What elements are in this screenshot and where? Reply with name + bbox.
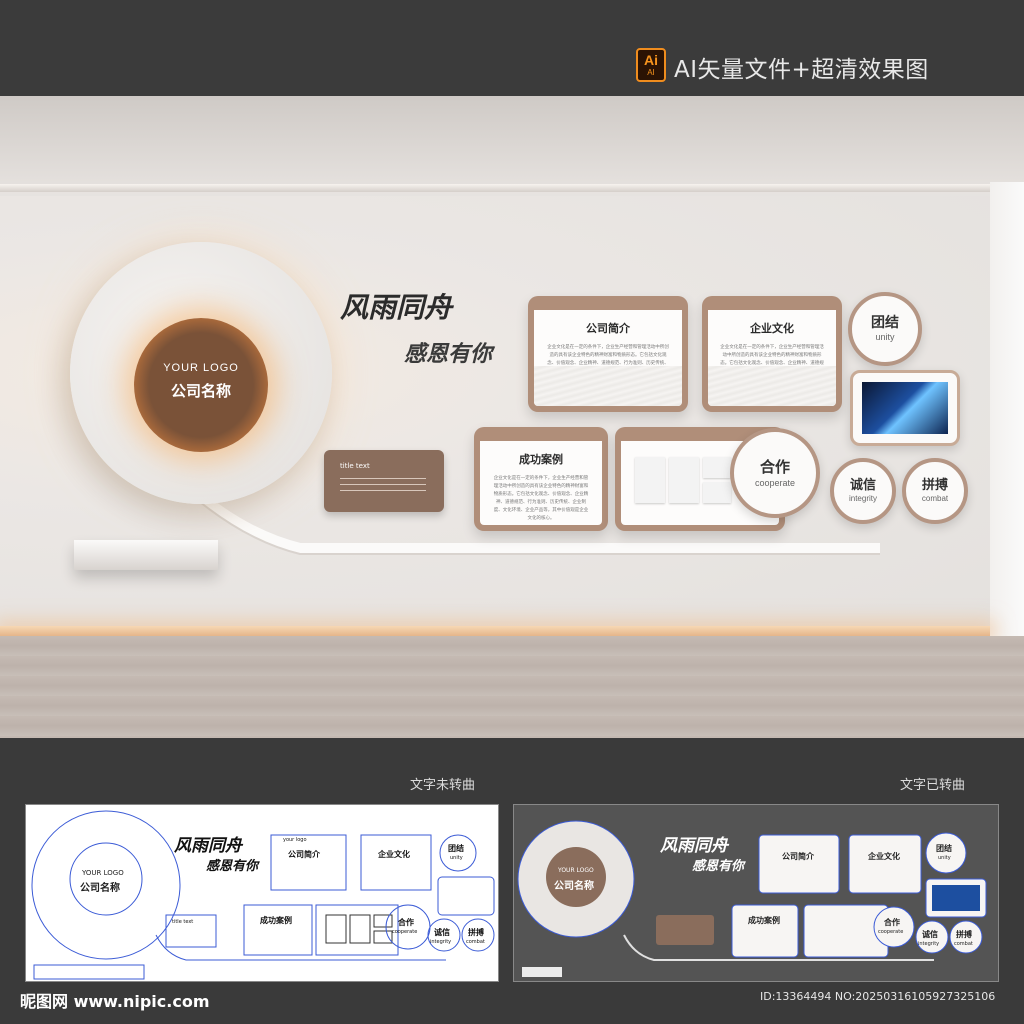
- outlined-card1-title: 公司简介: [782, 852, 814, 861]
- site-watermark: 昵图网 www.nipic.com: [20, 992, 210, 1011]
- preview-text-not-outlined: YOUR LOGO 公司名称 风雨同舟 感恩有你 your logo 公司简介 …: [25, 804, 499, 982]
- wire-company-name: 公司名称: [80, 883, 120, 894]
- adobe-illustrator-icon: Ai AI: [636, 48, 666, 82]
- outlined-badge1-en: unity: [938, 855, 951, 861]
- wire-badge4-zh: 拼搏: [468, 928, 484, 937]
- card-title: 公司简介: [586, 322, 630, 335]
- tv-display: [850, 370, 960, 446]
- render-scene: YOUR LOGO 公司名称 风雨同舟 感恩有你 title text your…: [0, 96, 1024, 738]
- card-logo-text: your logo: [631, 429, 660, 436]
- wire-slogan1: 风雨同舟: [174, 836, 242, 856]
- title-box-text: title text: [340, 462, 370, 470]
- outlined-logo-text: YOUR LOGO: [558, 867, 594, 874]
- card-title: 企业文化: [750, 322, 794, 335]
- outlined-badge4-en: combat: [954, 941, 973, 947]
- badge-integrity: 诚信 integrity: [830, 458, 896, 524]
- logo-ring: YOUR LOGO 公司名称: [134, 318, 268, 452]
- card-logo-text: your logo: [544, 298, 573, 305]
- badge-en: combat: [921, 494, 949, 503]
- card-title: 成功案例: [519, 453, 563, 466]
- outlined-badge4-zh: 拼搏: [956, 930, 972, 939]
- wire-title-text: title text: [172, 919, 194, 925]
- badge-en: unity: [875, 332, 895, 342]
- card-corporate-culture: your logo 企业文化 企业文化是在一定的条件下，企业生产经营和管理活动中…: [702, 296, 842, 412]
- title-text-box: title text: [324, 450, 444, 512]
- slogan-line2: 感恩有你: [404, 341, 493, 367]
- outlined-badge2-en: cooperate: [878, 929, 904, 935]
- wire-badge3-en: integrity: [430, 939, 452, 945]
- label-text-outlined: 文字已转曲: [900, 778, 966, 793]
- card-wave-decoration: [534, 366, 682, 406]
- wire-card-logo: your logo: [283, 837, 307, 843]
- badge-en: integrity: [848, 494, 877, 503]
- wire-card1-title: 公司简介: [288, 850, 320, 859]
- photo-frame: [703, 457, 731, 478]
- badge-zh: 团结: [871, 315, 899, 331]
- photo-frame: [669, 457, 699, 503]
- photo-frame: [635, 457, 665, 503]
- outlined-artwork: [517, 820, 987, 977]
- company-name: 公司名称: [170, 382, 231, 400]
- outlined-card3-title: 成功案例: [748, 916, 780, 925]
- wall-shelf: [74, 540, 218, 570]
- card-company-profile: your logo 公司简介 企业文化是在一定的条件下，企业生产经营和管理活动中…: [528, 296, 688, 412]
- outlined-badge2-zh: 合作: [884, 918, 900, 927]
- wire-slogan2: 感恩有你: [206, 859, 259, 874]
- card-body: 企业文化是在一定的条件下，企业生产经营和管理活动中所创造的具有该企业特色的精神财…: [493, 476, 589, 521]
- outlined-company-name: 公司名称: [554, 881, 594, 892]
- wire-card3-title: 成功案例: [260, 916, 292, 925]
- wire-badge1-en: unity: [450, 855, 463, 861]
- badge-unity: 团结 unity: [848, 292, 922, 366]
- outlined-badge3-zh: 诚信: [922, 930, 938, 939]
- wire-card2-title: 企业文化: [378, 850, 410, 859]
- photo-frame: [703, 482, 731, 503]
- badge-zh: 诚信: [849, 478, 876, 493]
- card-logo-text: your logo: [490, 429, 519, 436]
- floor: [0, 636, 1024, 738]
- banner-title: AI矢量文件+超清效果图: [674, 57, 929, 83]
- slogan-line1: 风雨同舟: [340, 291, 453, 324]
- wire-badge2-zh: 合作: [398, 918, 414, 927]
- outlined-card2-title: 企业文化: [868, 852, 900, 861]
- tv-screen: [862, 382, 948, 434]
- wire-badge4-en: combat: [466, 939, 485, 945]
- image-id-text: ID:13364494 NO:20250316105927325106: [760, 990, 996, 1003]
- title-box-line: [340, 478, 426, 479]
- wire-logo-text: YOUR LOGO: [82, 869, 124, 877]
- title-box-line: [340, 484, 426, 485]
- card-logo-text: your logo: [718, 298, 747, 305]
- ai-icon-sub-text: AI: [647, 68, 655, 77]
- badge-zh: 拼搏: [921, 478, 948, 493]
- outlined-slogan2: 感恩有你: [692, 859, 745, 874]
- badge-cooperate: 合作 cooperate: [730, 428, 820, 518]
- wire-badge1-zh: 团结: [448, 844, 464, 853]
- badge-combat: 拼搏 combat: [902, 458, 968, 524]
- logo-text: YOUR LOGO: [163, 362, 239, 374]
- badge-en: cooperate: [754, 478, 796, 488]
- card-wave-decoration: [708, 366, 836, 406]
- ai-icon-main-text: Ai: [644, 52, 658, 68]
- outlined-badge3-en: integrity: [918, 941, 940, 947]
- outlined-slogan1: 风雨同舟: [660, 836, 728, 856]
- preview-text-outlined: YOUR LOGO 公司名称 风雨同舟 感恩有你 公司简介 企业文化 成功案例 …: [513, 804, 999, 982]
- wireframe-artwork: [31, 810, 495, 980]
- title-box-line: [340, 490, 426, 491]
- wire-badge2-en: cooperate: [392, 929, 418, 935]
- floor-light-strip: [0, 626, 990, 636]
- wire-badge3-zh: 诚信: [434, 928, 450, 937]
- top-banner: Ai AI AI矢量文件+超清效果图: [0, 0, 1024, 96]
- badge-zh: 合作: [759, 458, 790, 476]
- card-success-cases: your logo 成功案例 企业文化是在一定的条件下，企业生产经营和管理活动中…: [474, 427, 608, 531]
- outlined-badge1-zh: 团结: [936, 844, 952, 853]
- label-text-not-outlined: 文字未转曲: [410, 778, 476, 793]
